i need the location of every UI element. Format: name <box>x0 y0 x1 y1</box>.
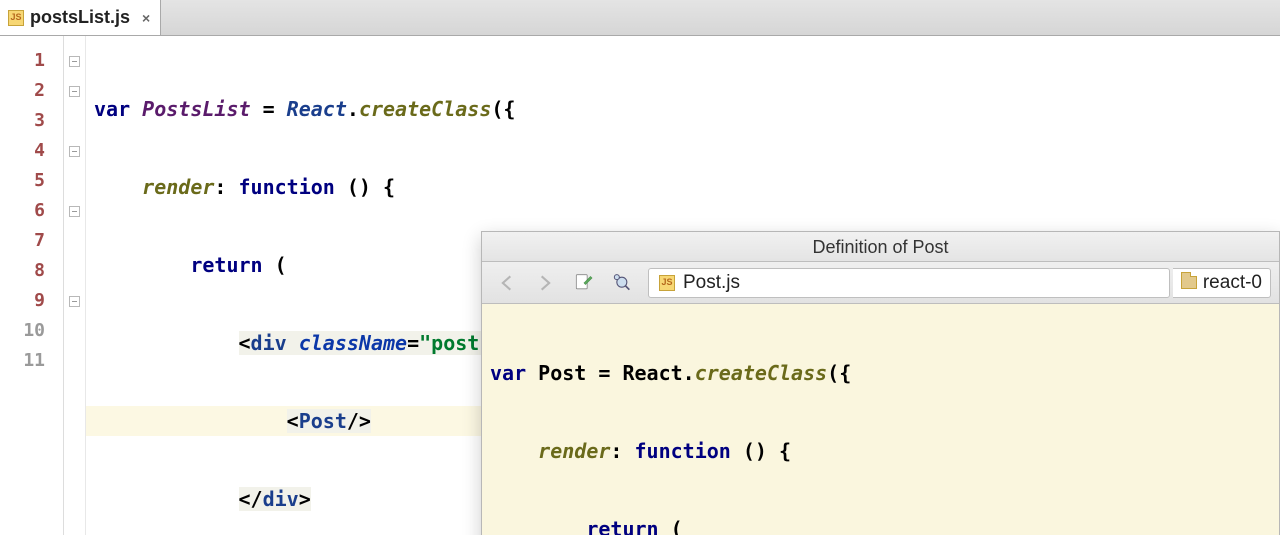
jsx-tag: div <box>263 487 299 511</box>
folder-icon <box>1181 276 1197 289</box>
keyword: return <box>190 253 262 277</box>
show-usages-button[interactable] <box>604 268 638 298</box>
tab-bar: postsList.js × <box>0 0 1280 36</box>
line-number[interactable]: 4 <box>0 136 63 166</box>
popup-title: Definition of Post <box>482 232 1279 262</box>
line-number[interactable]: 1 <box>0 46 63 76</box>
line-number[interactable]: 10 <box>0 316 63 346</box>
line-number[interactable]: 3 <box>0 106 63 136</box>
editor-area: 1 2 3 4 5 6 7 8 9 10 11 var PostsList = … <box>0 36 1280 535</box>
gutter: 1 2 3 4 5 6 7 8 9 10 11 <box>0 36 64 535</box>
popup-toolbar: Post.js react-0 <box>482 262 1279 304</box>
method: createClass <box>359 97 491 121</box>
fold-marker-icon[interactable] <box>69 296 80 307</box>
js-file-icon <box>8 10 24 26</box>
property: render <box>142 175 214 199</box>
forward-button[interactable] <box>528 268 562 298</box>
quick-definition-popup: Definition of Post Post.js <box>481 231 1280 535</box>
code-editor[interactable]: var PostsList = React.createClass({ rend… <box>86 36 1280 535</box>
back-button[interactable] <box>490 268 524 298</box>
find-icon <box>611 273 631 293</box>
close-icon[interactable]: × <box>142 10 150 26</box>
popup-breadcrumb[interactable]: Post.js <box>648 268 1170 298</box>
line-number[interactable]: 9 <box>0 286 63 316</box>
breadcrumb-file: Post.js <box>683 273 740 292</box>
edit-source-button[interactable] <box>566 268 600 298</box>
js-file-icon <box>659 275 675 291</box>
tab-filename: postsList.js <box>30 7 130 28</box>
fold-marker-icon[interactable] <box>69 86 80 97</box>
keyword: var <box>94 97 130 121</box>
arrow-left-icon <box>497 273 517 293</box>
line-number[interactable]: 8 <box>0 256 63 286</box>
popup-code[interactable]: var Post = React.createClass({ render: f… <box>482 304 1279 535</box>
line-number[interactable]: 7 <box>0 226 63 256</box>
line-number[interactable]: 6 <box>0 196 63 226</box>
identifier: React <box>287 97 347 121</box>
line-number[interactable]: 5 <box>0 166 63 196</box>
arrow-right-icon <box>535 273 555 293</box>
popup-breadcrumb-module[interactable]: react-0 <box>1173 268 1271 298</box>
jsx-attr: className <box>299 331 407 355</box>
jsx-tag: Post <box>299 409 347 433</box>
fold-marker-icon[interactable] <box>69 206 80 217</box>
keyword: function <box>239 175 335 199</box>
editor-tab[interactable]: postsList.js × <box>0 0 161 35</box>
fold-marker-icon[interactable] <box>69 56 80 67</box>
jsx-tag: div <box>251 331 287 355</box>
breadcrumb-module: react-0 <box>1203 273 1262 292</box>
edit-file-icon <box>573 273 593 293</box>
line-number[interactable]: 11 <box>0 346 63 376</box>
fold-marker-icon[interactable] <box>69 146 80 157</box>
identifier: PostsList <box>142 97 250 121</box>
fold-column <box>64 36 86 535</box>
line-number[interactable]: 2 <box>0 76 63 106</box>
